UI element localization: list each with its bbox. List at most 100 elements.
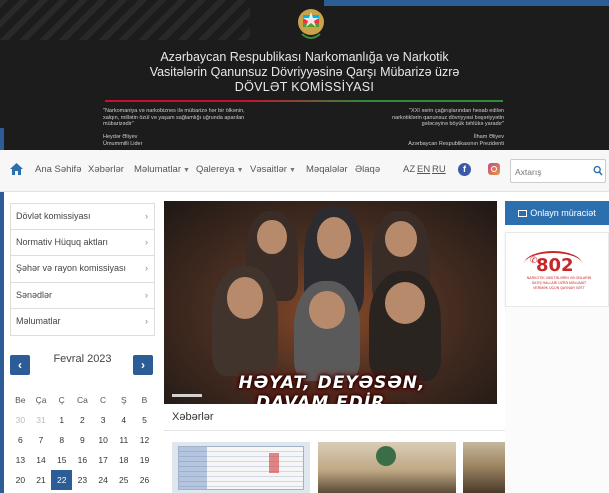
sidebar-item-melumatlar[interactable]: Məlumatlar ›	[10, 309, 155, 336]
nav-label: Əlaqə	[355, 164, 381, 175]
quote-right: "XXI əsrin çağırışlarından hesab edilən …	[392, 108, 504, 127]
calendar-day-today[interactable]: 22	[51, 470, 73, 490]
nav-xeberler[interactable]: Xəbərlər	[88, 164, 124, 175]
featured-slider[interactable]: HƏYAT, DEYƏSƏN, DAVAM EDİR...	[164, 201, 497, 404]
news-thumbnail-1[interactable]	[172, 442, 310, 493]
calendar-day[interactable]: 2	[72, 410, 93, 430]
calendar-day[interactable]: 7	[31, 430, 52, 450]
slide-figure-face	[308, 291, 346, 329]
online-appeal-button[interactable]: Onlayn müraciət	[505, 201, 609, 225]
calendar-prev-button[interactable]: ‹	[10, 355, 30, 375]
calendar-day[interactable]: 19	[134, 450, 155, 470]
calendar-day[interactable]: 5	[134, 410, 155, 430]
slide-figure-face	[317, 217, 351, 259]
slider-indicator[interactable]	[172, 394, 202, 397]
calendar-day[interactable]: 10	[93, 430, 114, 450]
calendar-weekday: Be	[15, 395, 26, 405]
nav-elaqe[interactable]: Əlaqə	[355, 164, 380, 175]
flag-stripe-green	[365, 100, 503, 102]
calendar-weekday: Ç	[58, 395, 65, 405]
calendar-weekday: C	[100, 395, 107, 405]
calendar-week-row: 30 31 1 2 3 4 5	[10, 410, 155, 430]
calendar-day[interactable]: 6	[10, 430, 31, 450]
calendar-day[interactable]: 31	[31, 410, 52, 430]
chevron-right-icon: ›	[145, 289, 148, 300]
online-appeal-label: Onlayn müraciət	[530, 208, 596, 218]
calendar-weekday: Ca	[76, 395, 88, 405]
chevron-down-icon: ▼	[236, 167, 244, 174]
header-title-line-1: Azərbaycan Respublikası Narkomanlığa və …	[160, 50, 449, 64]
header-accent-bar	[324, 0, 609, 6]
sidebar-item-dovlet-komissiyasi[interactable]: Dövlət komissiyası ›	[10, 203, 155, 230]
sidebar-item-seher-ve-rayon[interactable]: Şəhər və rayon komissiyası ›	[10, 256, 155, 283]
news-section-title: Xəbərlər	[172, 411, 214, 423]
calendar-day[interactable]: 12	[134, 430, 155, 450]
sidebar-item-normativ-huquq-aktlari[interactable]: Normativ Hüquq aktları ›	[10, 229, 155, 256]
flag-stripe-red	[105, 100, 245, 102]
hotline-number: 802	[536, 255, 574, 276]
home-icon[interactable]	[10, 163, 23, 175]
nav-label: Məlumatlar	[134, 164, 181, 175]
calendar-day[interactable]: 17	[93, 450, 114, 470]
slide-figure-face	[384, 282, 426, 324]
calendar-day[interactable]: 3	[93, 410, 114, 430]
state-emblem-icon[interactable]	[296, 6, 326, 42]
calendar-day[interactable]: 21	[31, 470, 52, 490]
right-column-background	[505, 307, 609, 493]
calendar-day[interactable]: 13	[10, 450, 31, 470]
nav-label: Xəbərlər	[88, 164, 124, 175]
author-left-role: Ümummilli Lider	[103, 140, 143, 147]
sidebar-item-senedler[interactable]: Sənədlər ›	[10, 282, 155, 309]
calendar-day[interactable]: 26	[134, 470, 155, 490]
hotline-banner[interactable]: ✆ 802 NARKOTİK VASİTƏLƏRİN VƏ ONLARIN SA…	[505, 232, 609, 307]
instagram-icon[interactable]	[488, 163, 500, 175]
calendar-day[interactable]: 11	[113, 430, 134, 450]
slide-figure	[294, 281, 360, 381]
nav-qalereya[interactable]: Qalereya ▼	[196, 164, 244, 175]
nav-label: Ana Səhifə	[35, 164, 82, 175]
calendar-day[interactable]: 25	[113, 470, 134, 490]
lang-en[interactable]: EN	[417, 164, 430, 175]
calendar-day[interactable]: 15	[51, 450, 72, 470]
calendar-day[interactable]: 24	[93, 470, 114, 490]
calendar-day[interactable]: 4	[113, 410, 134, 430]
calendar-day[interactable]: 20	[10, 470, 31, 490]
nav-melumatlar[interactable]: Məlumatlar ▼	[134, 164, 190, 175]
facebook-icon[interactable]: f	[458, 163, 471, 176]
chevron-down-icon: ▼	[183, 167, 190, 174]
calendar-day[interactable]: 16	[72, 450, 93, 470]
calendar-next-button[interactable]: ›	[133, 355, 153, 375]
lang-az[interactable]: AZ	[403, 164, 415, 175]
calendar-day[interactable]: 8	[51, 430, 72, 450]
calendar-day[interactable]: 23	[72, 470, 93, 490]
nav-meqaleler[interactable]: Məqalələr	[306, 164, 348, 175]
slide-figure-face	[384, 220, 418, 257]
calendar-day[interactable]: 18	[113, 450, 134, 470]
sidebar-item-label: Normativ Hüquq aktları	[16, 236, 109, 247]
calendar-day[interactable]: 30	[10, 410, 31, 430]
nav-vesaitler[interactable]: Vəsaitlər ▼	[250, 164, 296, 175]
search-input[interactable]	[515, 164, 585, 179]
lang-ru[interactable]: RU	[432, 164, 446, 175]
calendar-weekday: Ça	[35, 395, 47, 405]
nav-ana-sehife[interactable]: Ana Səhifə	[35, 164, 81, 175]
news-thumbnail-table-image	[178, 446, 304, 490]
header-decoration	[0, 0, 250, 40]
slide-figure-face	[257, 220, 287, 255]
flag-stripe-gradient	[245, 100, 365, 102]
calendar-day[interactable]: 1	[51, 410, 72, 430]
calendar-day[interactable]: 9	[72, 430, 93, 450]
sidebar-item-label: Məlumatlar	[16, 316, 61, 326]
quote-left-author: Heydər Əliyev Ümummilli Lider	[103, 134, 142, 147]
slide-figure	[369, 271, 441, 381]
nav-label: Qalereya	[196, 164, 235, 175]
calendar-header: ‹ Fevral 2023 ›	[10, 352, 155, 378]
news-thumbnail-2[interactable]	[318, 442, 456, 493]
sidebar-menu: Dövlət komissiyası › Normativ Hüquq aktla…	[10, 203, 155, 336]
chevron-right-icon: ›	[145, 316, 148, 326]
header-title-line-3: DÖVLƏT KOMİSSİYASI	[234, 80, 375, 94]
calendar-day[interactable]: 14	[31, 450, 52, 470]
calendar-weekday: B	[141, 395, 148, 405]
search-icon[interactable]	[593, 165, 603, 177]
header-title-line-2: Vasitələrin Qanunsuz Dövriyyəsinə Qarşı …	[149, 65, 460, 79]
